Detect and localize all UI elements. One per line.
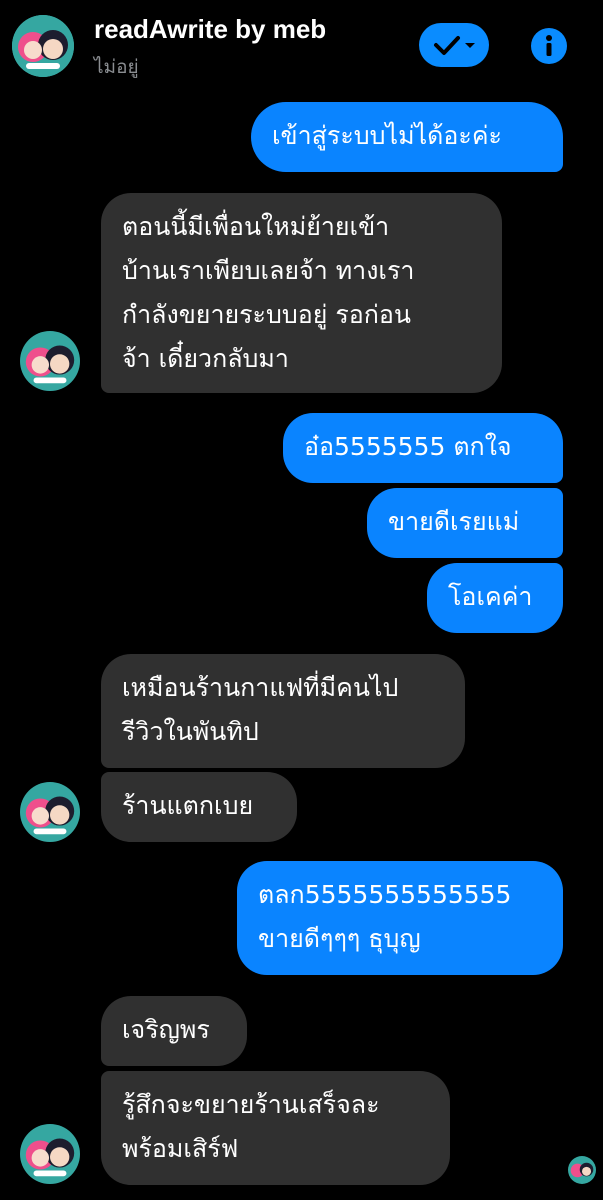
incoming-message-bubble[interactable]: เจริญพร [101, 996, 247, 1066]
message-text: จ้า เดี๋ยวกลับมา [122, 344, 289, 373]
seen-indicator-avatar [568, 1156, 596, 1184]
contact-name: readAwrite by meb [94, 14, 327, 44]
message-text: พร้อมเสิร์ฟ [122, 1134, 239, 1163]
incoming-message-bubble[interactable]: ร้านแตกเบย [101, 772, 297, 842]
info-button[interactable] [531, 28, 567, 64]
sender-avatar[interactable] [20, 1124, 80, 1184]
incoming-message-bubble[interactable]: รู้สึกจะขยายร้านเสร็จละพร้อมเสิร์ฟ [101, 1071, 450, 1185]
message-text: ร้านแตกเบย [122, 791, 254, 820]
message-text: ขายดีๆๆๆ ธุบุญ [258, 924, 421, 953]
contact-avatar[interactable] [12, 15, 74, 77]
message-text: รีวิวในพันทิป [122, 717, 259, 746]
incoming-message-bubble[interactable]: ตอนนี้มีเพื่อนใหม่ย้ายเข้าบ้านเราเพียบเล… [101, 193, 502, 393]
chat-header: readAwrite by meb ไม่อยู่ [0, 0, 603, 90]
message-text: กำลังขยายระบบอยู่ รอก่อน [122, 300, 412, 329]
message-text: ตอนนี้มีเพื่อนใหม่ย้ายเข้า [122, 212, 390, 241]
message-text: เข้าสู่ระบบไม่ได้อะค่ะ [272, 121, 502, 150]
outgoing-message-bubble[interactable]: โอเคค่า [427, 563, 563, 633]
message-text: ตลก5555555555555 [258, 880, 512, 909]
incoming-message-bubble[interactable]: เหมือนร้านกาแฟที่มีคนไปรีวิวในพันทิป [101, 654, 465, 768]
outgoing-message-bubble[interactable]: เข้าสู่ระบบไม่ได้อะค่ะ [251, 102, 563, 172]
message-text: รู้สึกจะขยายร้านเสร็จละ [122, 1090, 380, 1119]
message-text: โอเคค่า [448, 582, 533, 611]
mark-read-button[interactable] [419, 23, 489, 67]
outgoing-message-bubble[interactable]: อ๋อ5555555 ตกใจ [283, 413, 563, 483]
outgoing-message-bubble[interactable]: ตลก5555555555555 ขายดีๆๆๆ ธุบุญ [237, 861, 563, 975]
chevron-down-icon [465, 43, 475, 48]
sender-avatar[interactable] [20, 331, 80, 391]
message-text: บ้านเราเพียบเลยจ้า ทางเรา [122, 256, 415, 285]
check-icon [434, 36, 475, 55]
message-text: เจริญพร [122, 1015, 210, 1044]
message-text: อ๋อ5555555 ตกใจ [304, 432, 512, 461]
outgoing-message-bubble[interactable]: ขายดีเรยแม่ [367, 488, 563, 558]
message-text: ขายดีเรยแม่ [388, 507, 520, 536]
message-text: เหมือนร้านกาแฟที่มีคนไป [122, 673, 399, 702]
sender-avatar[interactable] [20, 782, 80, 842]
contact-status: ไม่อยู่ [94, 56, 139, 78]
info-icon [546, 35, 552, 56]
